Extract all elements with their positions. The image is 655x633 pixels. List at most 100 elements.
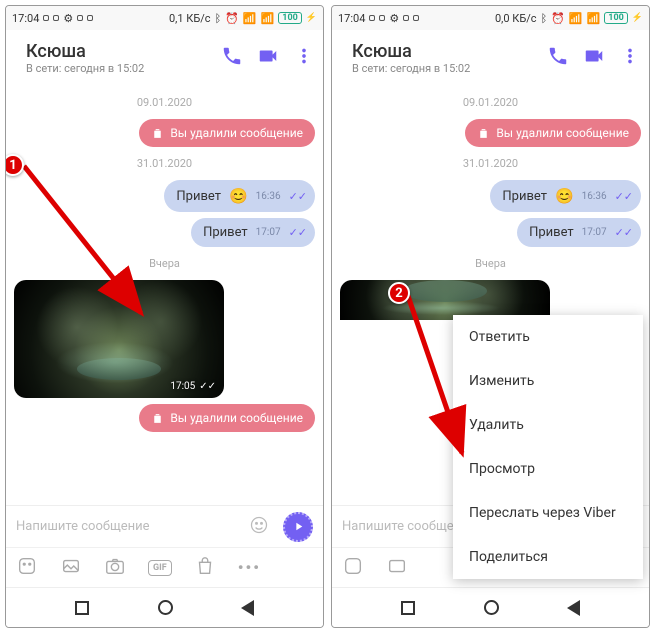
smile-emoji-icon: 😊 [555, 187, 574, 205]
menu-item-delete[interactable]: Удалить [453, 403, 643, 447]
nav-home-icon[interactable] [484, 600, 499, 615]
android-nav-bar [332, 587, 649, 627]
more-icon[interactable] [619, 45, 641, 71]
menu-item-reply[interactable]: Ответить [453, 315, 643, 359]
date-separator: 31.01.2020 [340, 157, 641, 170]
message-input[interactable]: Напишите сообщение [16, 519, 150, 534]
read-checks-icon: ✓✓ [199, 381, 216, 392]
signal-icon: 📶 [569, 12, 583, 25]
deleted-text: Вы удалили сообщение [496, 126, 629, 140]
deleted-message[interactable]: Вы удалили сообщение [139, 404, 315, 432]
menu-item-forward-viber[interactable]: Переслать через Viber [453, 491, 643, 535]
status-time: 17:04 [12, 12, 39, 25]
gallery-icon[interactable] [60, 555, 82, 581]
image-thumbnail[interactable] [340, 280, 550, 320]
deleted-message[interactable]: Вы удалили сообщение [465, 119, 641, 147]
sticker-icon[interactable] [16, 555, 38, 581]
message-text: Привет [502, 189, 547, 204]
wifi-icon: 📶 [261, 12, 275, 25]
chat-scroll[interactable]: 09.01.2020 Вы удалили сообщение 31.01.20… [6, 86, 323, 505]
menu-item-view[interactable]: Просмотр [453, 447, 643, 491]
image-message-row: 17:05 ✓✓ [14, 280, 315, 398]
signal-icon: 📶 [243, 12, 257, 25]
chat-subtitle: В сети: сегодня в 15:02 [352, 62, 470, 75]
smile-emoji-icon: 😊 [229, 187, 248, 205]
bluetooth-icon: ᛒ [215, 12, 222, 25]
status-indicator-icon [87, 15, 93, 21]
nav-back-icon[interactable] [567, 600, 580, 616]
charging-icon: ⚡ [306, 13, 317, 23]
status-bar: 17:04 ⚙ 0,0 КБ/с ᛒ ⏰ 📶 📶 100 ⚡ [332, 6, 649, 30]
message-text: Привет [203, 225, 248, 240]
charging-icon: ⚡ [632, 13, 643, 23]
emoji-picker-icon[interactable] [249, 515, 269, 539]
chat-header: Ксюша В сети: сегодня в 15:02 [6, 30, 323, 86]
gear-icon: ⚙ [63, 12, 73, 25]
network-speed: 0,0 КБ/с [495, 12, 537, 25]
more-attachments-icon[interactable]: ••• [238, 558, 261, 577]
attachment-row: GIF ••• [6, 547, 323, 587]
gif-icon[interactable]: GIF [148, 560, 172, 576]
message-bubble[interactable]: Привет 17:07 ✓✓ [191, 218, 315, 247]
date-separator: Вчера [14, 257, 315, 270]
video-call-icon[interactable] [257, 45, 279, 71]
network-speed: 0,1 КБ/с [169, 12, 211, 25]
chat-subtitle: В сети: сегодня в 15:02 [26, 62, 144, 75]
nav-recent-icon[interactable] [75, 601, 89, 615]
deleted-message[interactable]: Вы удалили сообщение [139, 119, 315, 147]
menu-item-edit[interactable]: Изменить [453, 359, 643, 403]
chat-title[interactable]: Ксюша [352, 41, 470, 62]
gear-icon: ⚙ [389, 12, 399, 25]
voice-call-icon[interactable] [221, 45, 243, 71]
read-checks-icon: ✓✓ [289, 226, 307, 239]
status-indicator-icon [403, 15, 409, 21]
menu-item-share[interactable]: Поделиться [453, 535, 643, 579]
status-bar: 17:04 ⚙ 0,1 КБ/с ᛒ ⏰ 📶 📶 100 ⚡ [6, 6, 323, 30]
sticker-icon[interactable] [342, 555, 364, 581]
image-thumbnail[interactable]: 17:05 ✓✓ [14, 280, 224, 398]
image-message-row [340, 280, 641, 320]
nav-recent-icon[interactable] [401, 601, 415, 615]
status-time: 17:04 [338, 12, 365, 25]
chat-title[interactable]: Ксюша [26, 41, 144, 62]
message-bubble[interactable]: Привет 😊 16:36 ✓✓ [490, 180, 641, 212]
camera-icon[interactable] [104, 555, 126, 581]
alarm-icon: ⏰ [225, 12, 239, 25]
date-separator: 09.01.2020 [14, 96, 315, 109]
date-separator: 09.01.2020 [340, 96, 641, 109]
video-call-icon[interactable] [583, 45, 605, 71]
read-checks-icon: ✓✓ [289, 190, 307, 203]
message-bubble[interactable]: Привет 😊 16:36 ✓✓ [164, 180, 315, 212]
status-indicator-icon [77, 15, 83, 21]
nav-home-icon[interactable] [158, 600, 173, 615]
status-indicator-icon [43, 15, 49, 21]
image-time: 17:05 [170, 381, 195, 392]
nav-back-icon[interactable] [241, 600, 254, 616]
read-checks-icon: ✓✓ [615, 190, 633, 203]
annotation-badge-2: 2 [388, 282, 410, 304]
read-checks-icon: ✓✓ [615, 226, 633, 239]
date-separator: 31.01.2020 [14, 157, 315, 170]
alarm-icon: ⏰ [551, 12, 565, 25]
gallery-icon[interactable] [386, 555, 408, 581]
voice-call-icon[interactable] [547, 45, 569, 71]
send-button[interactable] [283, 512, 313, 542]
status-indicator-icon [369, 15, 375, 21]
date-separator: Вчера [340, 257, 641, 270]
wifi-icon: 📶 [587, 12, 601, 25]
more-icon[interactable] [293, 45, 315, 71]
status-indicator-icon [413, 15, 419, 21]
battery-indicator: 100 [278, 12, 302, 24]
message-time: 17:07 [582, 227, 607, 238]
image-message[interactable] [340, 280, 550, 320]
deleted-text: Вы удалили сообщение [170, 126, 303, 140]
bluetooth-icon: ᛒ [541, 12, 548, 25]
image-message[interactable]: 17:05 ✓✓ [14, 280, 224, 398]
message-bubble[interactable]: Привет 17:07 ✓✓ [517, 218, 641, 247]
battery-indicator: 100 [604, 12, 628, 24]
shop-icon[interactable] [194, 555, 216, 581]
status-indicator-icon [53, 15, 59, 21]
deleted-text: Вы удалили сообщение [170, 411, 303, 425]
android-nav-bar [6, 587, 323, 627]
message-time: 16:36 [582, 191, 607, 202]
